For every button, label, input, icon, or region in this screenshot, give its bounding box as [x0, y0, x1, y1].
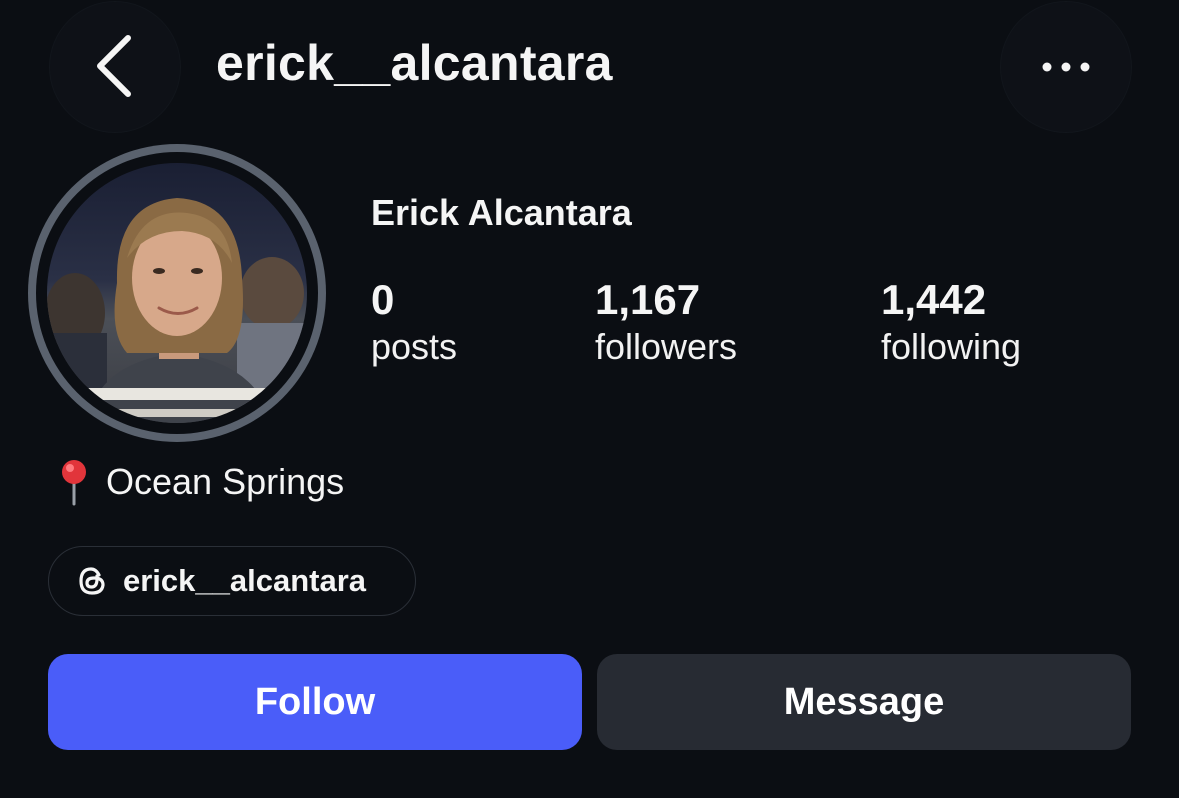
posts-count: 0 — [371, 276, 395, 323]
following-count: 1,442 — [881, 276, 987, 323]
profile-display-name: Erick Alcantara — [371, 192, 632, 233]
profile-page: erick__alcantara Erick Alcantara 0 posts… — [0, 0, 1179, 798]
location-text: Ocean Springs — [106, 461, 345, 502]
stat-following[interactable]: 1,442 following — [881, 276, 1021, 370]
threads-handle: erick__alcantara — [123, 563, 367, 598]
avatar[interactable] — [47, 163, 307, 423]
threads-icon — [75, 564, 109, 598]
posts-label: posts — [371, 326, 458, 367]
following-label: following — [881, 326, 1022, 367]
followers-label: followers — [595, 326, 738, 367]
stat-followers[interactable]: 1,167 followers — [595, 276, 737, 370]
round-pushpin-icon — [56, 458, 92, 506]
message-button[interactable]: Message — [597, 654, 1131, 750]
threads-link[interactable]: erick__alcantara — [48, 546, 416, 616]
more-horizontal-icon[interactable] — [1036, 50, 1096, 84]
followers-count: 1,167 — [595, 276, 701, 323]
profile-location: Ocean Springs — [56, 458, 344, 506]
avatar-ring — [28, 144, 326, 442]
stat-posts[interactable]: 0 posts — [371, 276, 457, 370]
chevron-left-icon[interactable] — [86, 30, 146, 102]
follow-button[interactable]: Follow — [48, 654, 582, 750]
profile-username-title: erick__alcantara — [216, 35, 613, 91]
